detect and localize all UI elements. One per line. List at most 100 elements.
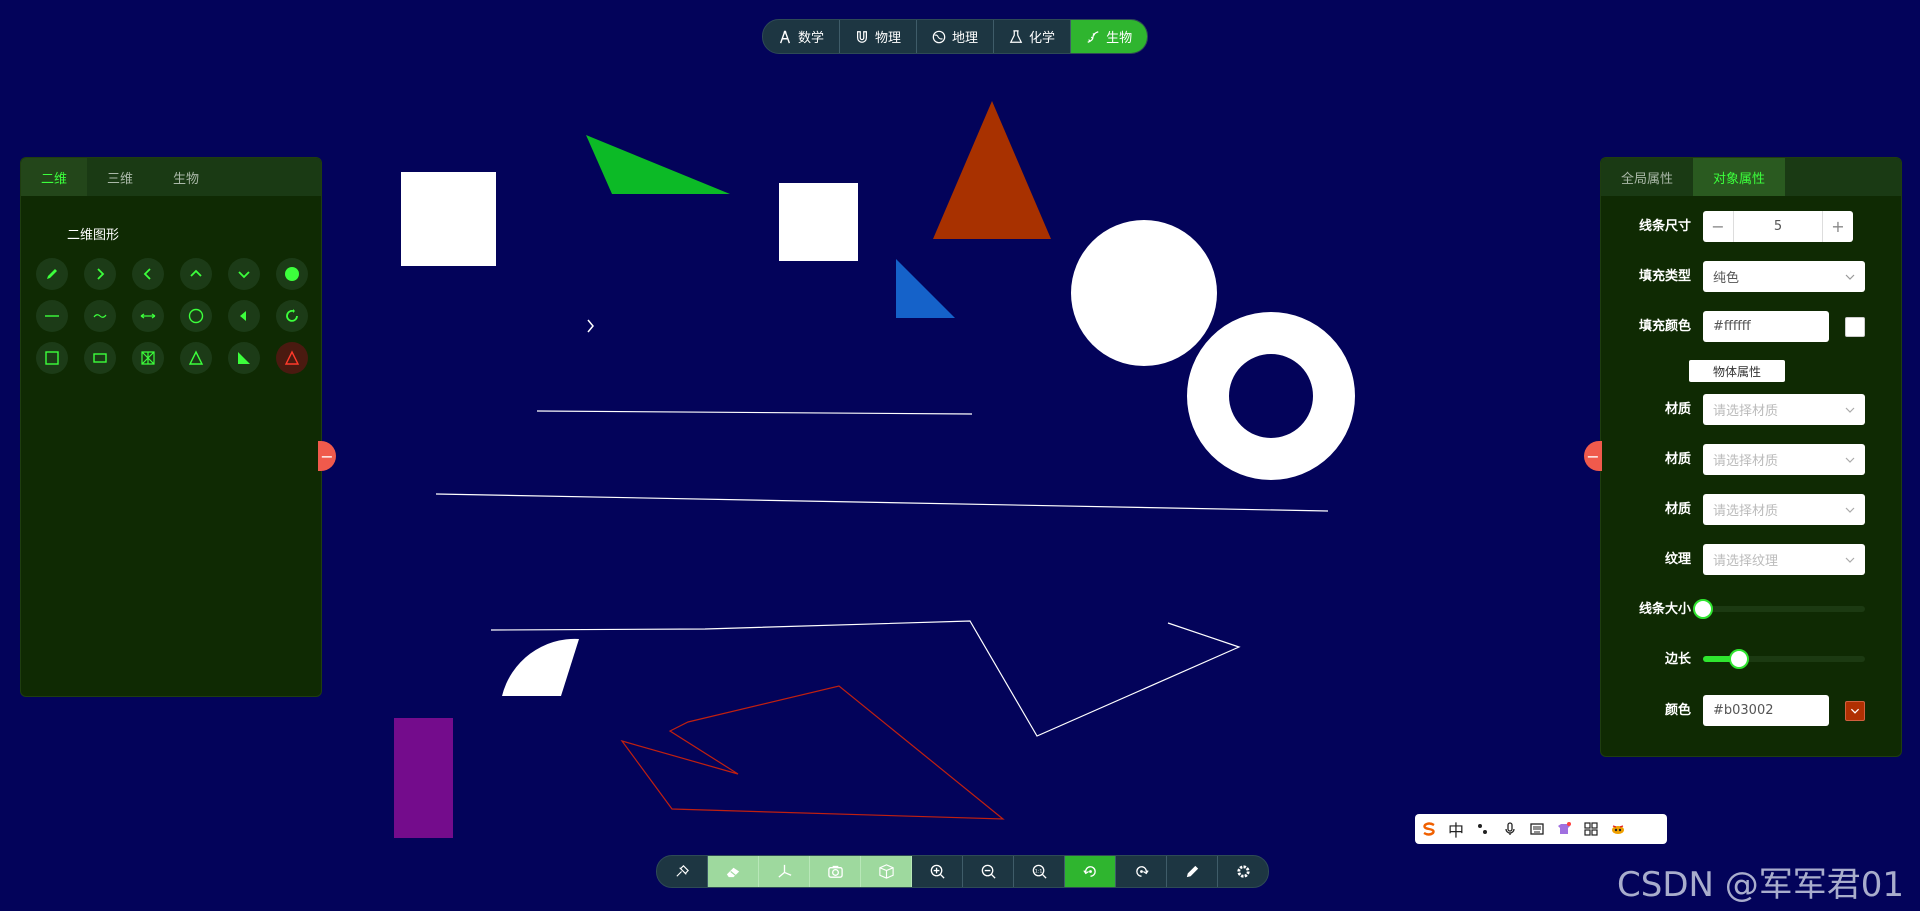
white-ring-shape[interactable]	[1187, 312, 1355, 480]
fill-color-row: 填充颜色 #ffffff	[1601, 311, 1901, 343]
polygon-icon	[141, 351, 155, 365]
chevron-shape[interactable]	[587, 319, 594, 333]
punctuation-icon[interactable]	[1475, 821, 1491, 837]
short-line-shape[interactable]	[536, 410, 973, 415]
tab-chemistry[interactable]: 化学	[994, 20, 1072, 53]
axes-icon	[777, 864, 791, 878]
square-tool-button[interactable]	[36, 342, 68, 374]
axes-button[interactable]	[759, 856, 810, 887]
keyboard-icon[interactable]	[1529, 821, 1545, 837]
circle-tool-button[interactable]	[180, 300, 212, 332]
screenshot-button[interactable]	[810, 856, 861, 887]
tab-math[interactable]: 数学	[763, 20, 841, 53]
white-square-shape-2[interactable]	[779, 183, 858, 261]
tab-global-properties[interactable]: 全局属性	[1601, 158, 1693, 196]
color-picker-button[interactable]	[1845, 701, 1865, 721]
chevron-up-tool-button[interactable]	[180, 258, 212, 290]
3d-view-button[interactable]	[861, 856, 912, 887]
filled-circle-tool-button[interactable]	[276, 258, 308, 290]
tab-geography-label: 地理	[952, 31, 979, 46]
brush-erase-button[interactable]	[657, 856, 708, 887]
chevron-left-tool-button[interactable]	[132, 258, 164, 290]
green-triangle-shape[interactable]	[586, 135, 730, 194]
white-square-shape[interactable]	[401, 172, 496, 266]
line-size-label: 线条尺寸	[1638, 219, 1691, 234]
fill-color-input[interactable]: #ffffff	[1703, 311, 1829, 342]
long-line-shape[interactable]	[435, 493, 1329, 512]
grid-icon[interactable]	[1583, 821, 1599, 837]
tab-2d[interactable]: 二维	[21, 158, 88, 196]
edge-length-slider-thumb[interactable]	[1728, 649, 1749, 669]
triangle-tool-button[interactable]	[180, 342, 212, 374]
white-sector-shape[interactable]	[502, 638, 579, 696]
watermark: CSDN @军军君01	[1617, 865, 1905, 905]
fill-type-row: 填充类型 纯色	[1601, 261, 1901, 293]
more-icon[interactable]	[1610, 821, 1626, 837]
edge-length-slider[interactable]	[1703, 649, 1865, 669]
tab-biology[interactable]: 生物	[1071, 20, 1148, 53]
zoom-in-icon	[930, 864, 945, 879]
zoom-in-button[interactable]	[912, 856, 963, 887]
red-triangle-shape[interactable]	[933, 101, 1051, 239]
tab-bio[interactable]: 生物	[153, 158, 219, 196]
circle-icon	[188, 308, 204, 324]
ring-tool-button[interactable]	[276, 300, 308, 332]
line-size-stepper[interactable]: − 5 +	[1703, 211, 1853, 242]
line-size-decrement-button[interactable]: −	[1703, 211, 1733, 242]
magnet-icon	[857, 30, 868, 43]
rotate-button[interactable]	[1065, 856, 1116, 887]
blue-right-triangle-shape[interactable]	[896, 259, 955, 318]
sogou-logo-icon[interactable]	[1421, 821, 1437, 837]
rectangle-tool-button[interactable]	[84, 342, 116, 374]
fill-color-label: 填充颜色	[1638, 319, 1691, 334]
draw-pen-button[interactable]	[1167, 856, 1218, 887]
ring-icon	[286, 309, 298, 322]
sector-tool-button[interactable]	[228, 300, 260, 332]
microphone-icon[interactable]	[1502, 821, 1518, 837]
ime-chinese-mode[interactable]: 中	[1448, 817, 1464, 841]
polygon-tool-button[interactable]	[132, 342, 164, 374]
tab-geography[interactable]: 地理	[917, 20, 995, 53]
line-size-increment-button[interactable]: +	[1823, 211, 1853, 242]
pencil-tool-button[interactable]	[36, 258, 68, 290]
color-input[interactable]: #b03002	[1703, 695, 1829, 726]
white-circle-shape[interactable]	[1071, 220, 1217, 366]
line-width-slider-thumb[interactable]	[1693, 599, 1713, 619]
curve-tool-button[interactable]	[84, 300, 116, 332]
fill-color-swatch[interactable]	[1845, 317, 1865, 337]
right-triangle-tool-button[interactable]	[228, 342, 260, 374]
zoom-out-button[interactable]	[963, 856, 1014, 887]
warning-triangle-tool-button[interactable]	[276, 342, 308, 374]
chevron-down-tool-button[interactable]	[228, 258, 260, 290]
line-width-slider[interactable]	[1693, 599, 1865, 619]
material-select-1[interactable]: 请选择材质	[1703, 394, 1865, 425]
chevron-right-tool-button[interactable]	[84, 258, 116, 290]
fill-type-select[interactable]: 纯色	[1703, 261, 1865, 292]
sector-icon	[240, 311, 246, 321]
eraser-button[interactable]	[708, 856, 759, 887]
reverse-rotate-button[interactable]	[1116, 856, 1167, 887]
settings-button[interactable]	[1218, 856, 1268, 887]
tab-object-properties[interactable]: 对象属性	[1693, 158, 1786, 196]
chevron-up-icon	[190, 269, 202, 277]
line-tool-button[interactable]	[36, 300, 68, 332]
double-arrow-line-tool-button[interactable]	[132, 300, 164, 332]
object-properties-button[interactable]: 物体属性	[1689, 360, 1785, 382]
flask-icon	[1009, 29, 1023, 43]
white-polyline-shape[interactable]	[490, 620, 1241, 737]
line-size-value[interactable]: 5	[1733, 211, 1823, 242]
cube-icon	[878, 864, 894, 879]
material-select-3[interactable]: 请选择材质	[1703, 494, 1865, 525]
tab-physics[interactable]: 物理	[840, 20, 918, 53]
dna-icon	[1087, 30, 1099, 43]
skin-icon[interactable]	[1556, 821, 1572, 837]
color-row: 颜色 #b03002	[1601, 695, 1901, 727]
zoom-reset-button[interactable]: 1:1	[1014, 856, 1065, 887]
tab-3d[interactable]: 三维	[87, 158, 153, 196]
red-polygon-shape[interactable]	[620, 685, 1005, 820]
texture-select[interactable]: 请选择纹理	[1703, 544, 1865, 575]
material-row-1: 材质 请选择材质	[1601, 394, 1901, 426]
purple-rectangle-shape[interactable]	[394, 718, 453, 838]
material-select-2[interactable]: 请选择材质	[1703, 444, 1865, 475]
warning-triangle-icon	[284, 350, 300, 365]
